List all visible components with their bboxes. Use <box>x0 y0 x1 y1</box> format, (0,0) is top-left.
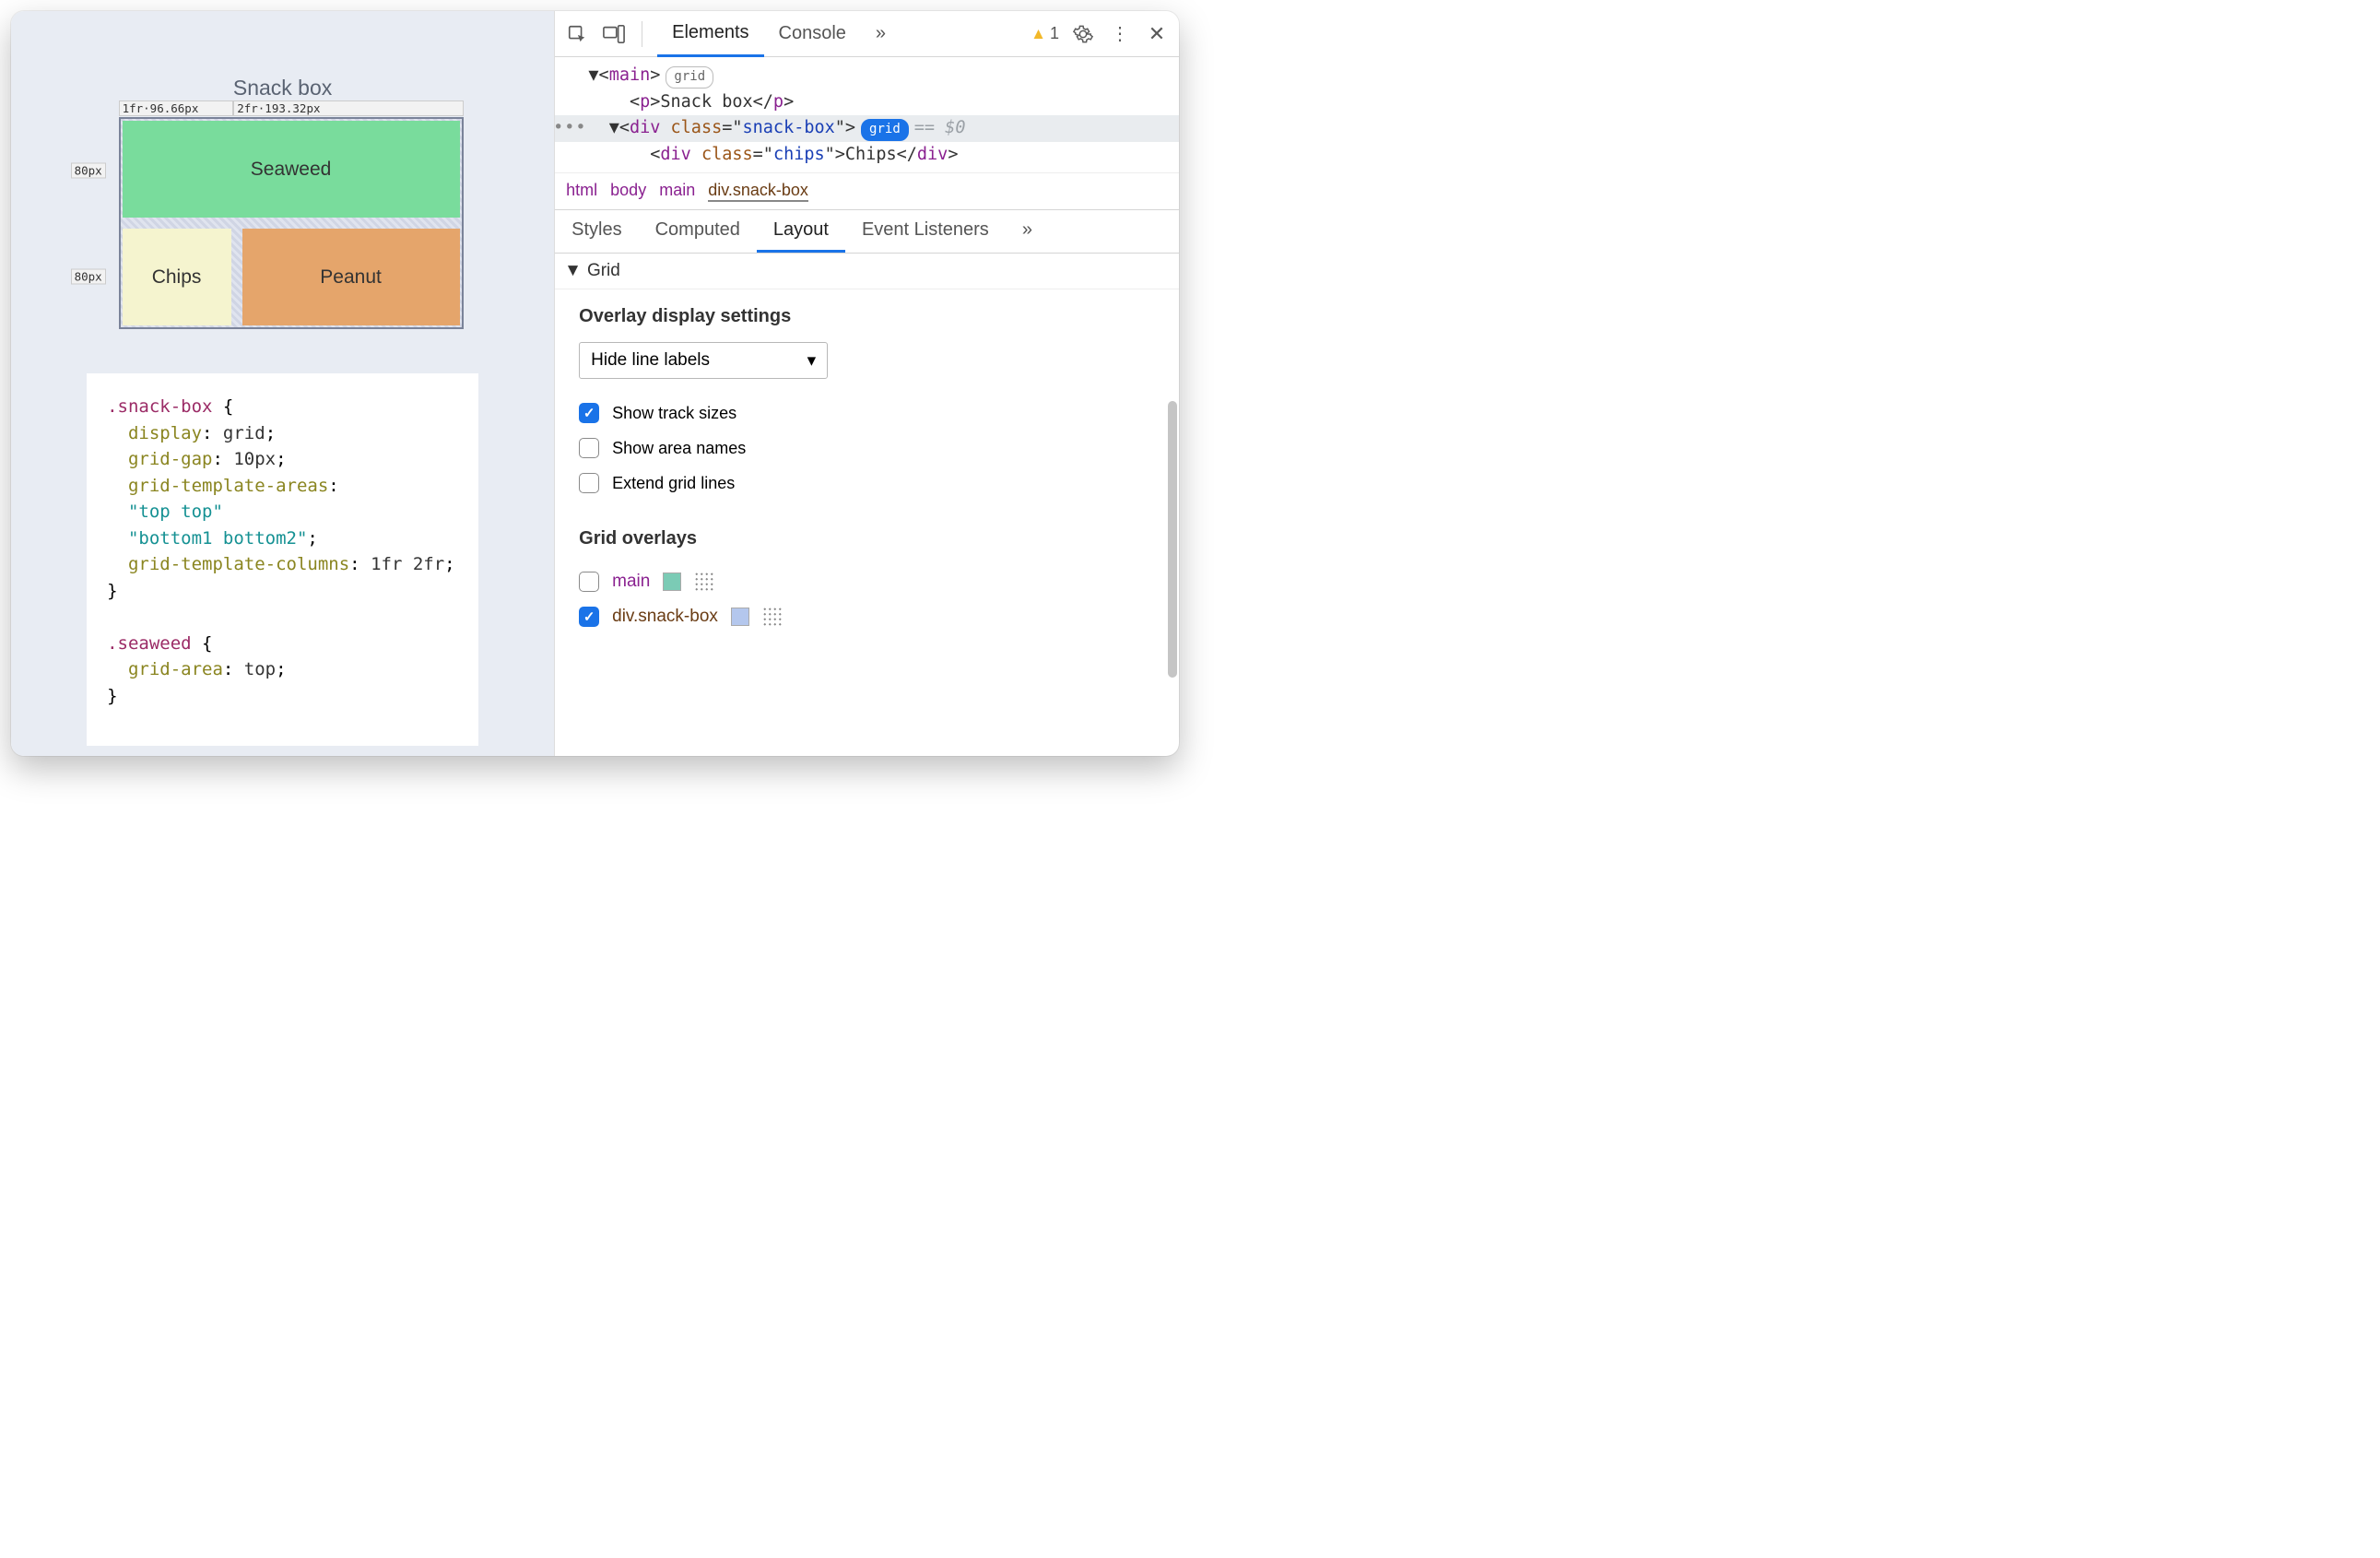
scrollbar[interactable] <box>1168 401 1177 678</box>
label-track-sizes: Show track sizes <box>612 404 736 423</box>
tab-elements[interactable]: Elements <box>657 11 763 57</box>
tab-more-sub[interactable]: » <box>1006 210 1049 253</box>
checkbox-extend-lines[interactable] <box>579 473 599 493</box>
grid-overlays-heading: Grid overlays <box>579 528 1155 549</box>
devtools-subtabs: Styles Computed Layout Event Listeners » <box>555 210 1179 254</box>
snack-box-grid: Seaweed Chips Peanut <box>119 117 464 329</box>
grid-overlay-preview: 1fr·96.66px 2fr·193.32px 80px 80px Seawe… <box>119 117 464 329</box>
chevron-down-icon: ▾ <box>807 350 817 372</box>
dom-tree[interactable]: ▼<main>grid <p>Snack box</p> ••• ▼<div c… <box>555 57 1179 172</box>
tab-console[interactable]: Console <box>764 11 861 57</box>
ellipsis-icon: ••• <box>555 115 586 142</box>
close-icon[interactable]: ✕ <box>1144 21 1170 47</box>
overlay-label-snackbox[interactable]: div.snack-box <box>612 607 718 627</box>
devtools-pane: Elements Console » ▲ 1 ⋮ ✕ ▼<main>grid <… <box>554 11 1179 756</box>
dom-selected-node[interactable]: ••• ▼<div class="snack-box">grid== $0 <box>555 115 1179 142</box>
checkbox-area-names[interactable] <box>579 438 599 458</box>
tab-layout[interactable]: Layout <box>757 210 845 253</box>
breadcrumb: html body main div.snack-box <box>555 172 1179 210</box>
devtools-toolbar: Elements Console » ▲ 1 ⋮ ✕ <box>555 11 1179 57</box>
label-area-names: Show area names <box>612 439 746 458</box>
checkbox-overlay-snackbox[interactable] <box>579 607 599 627</box>
device-toggle-icon[interactable] <box>601 21 627 47</box>
devtools-window: Snack box 1fr·96.66px 2fr·193.32px 80px … <box>11 11 1179 756</box>
kebab-icon[interactable]: ⋮ <box>1107 21 1133 47</box>
grid-cell-chips: Chips <box>123 229 231 325</box>
line-labels-select[interactable]: Hide line labels ▾ <box>579 342 828 379</box>
inspect-icon[interactable] <box>564 21 590 47</box>
layout-panel: ▼ Grid Overlay display settings Hide lin… <box>555 254 1179 756</box>
overlay-settings-heading: Overlay display settings <box>579 306 1155 327</box>
chevron-down-icon: ▼ <box>564 261 582 281</box>
devtools-top-tabs: Elements Console » <box>657 11 901 57</box>
highlight-icon[interactable] <box>762 607 783 627</box>
css-code-block: .snack-box { display: grid; grid-gap: 10… <box>87 373 478 746</box>
preview-title: Snack box <box>233 76 332 100</box>
grid-cell-peanut: Peanut <box>242 229 460 325</box>
warning-icon: ▲ <box>1031 25 1046 43</box>
col-track-label-1: 1fr·96.66px <box>119 100 234 116</box>
grid-section-header[interactable]: ▼ Grid <box>555 254 1179 289</box>
color-swatch-main[interactable] <box>663 572 681 591</box>
checkbox-overlay-main[interactable] <box>579 572 599 592</box>
crumb-current[interactable]: div.snack-box <box>708 181 808 202</box>
tab-more[interactable]: » <box>861 11 901 57</box>
crumb-main[interactable]: main <box>659 181 695 202</box>
color-swatch-snackbox[interactable] <box>731 608 749 626</box>
label-extend-lines: Extend grid lines <box>612 474 735 493</box>
tab-styles[interactable]: Styles <box>555 210 638 253</box>
col-track-label-2: 2fr·193.32px <box>233 100 463 116</box>
warnings-badge[interactable]: ▲ 1 <box>1031 24 1059 43</box>
gear-icon[interactable] <box>1070 21 1096 47</box>
crumb-html[interactable]: html <box>566 181 597 202</box>
overlay-label-main[interactable]: main <box>612 572 650 592</box>
highlight-icon[interactable] <box>694 572 714 592</box>
tab-computed[interactable]: Computed <box>639 210 757 253</box>
checkbox-track-sizes[interactable] <box>579 403 599 423</box>
tab-event-listeners[interactable]: Event Listeners <box>845 210 1006 253</box>
page-preview-pane: Snack box 1fr·96.66px 2fr·193.32px 80px … <box>11 11 554 756</box>
row-track-label-1: 80px <box>71 162 106 178</box>
grid-cell-seaweed: Seaweed <box>123 121 460 218</box>
row-track-label-2: 80px <box>71 268 106 284</box>
crumb-body[interactable]: body <box>610 181 646 202</box>
